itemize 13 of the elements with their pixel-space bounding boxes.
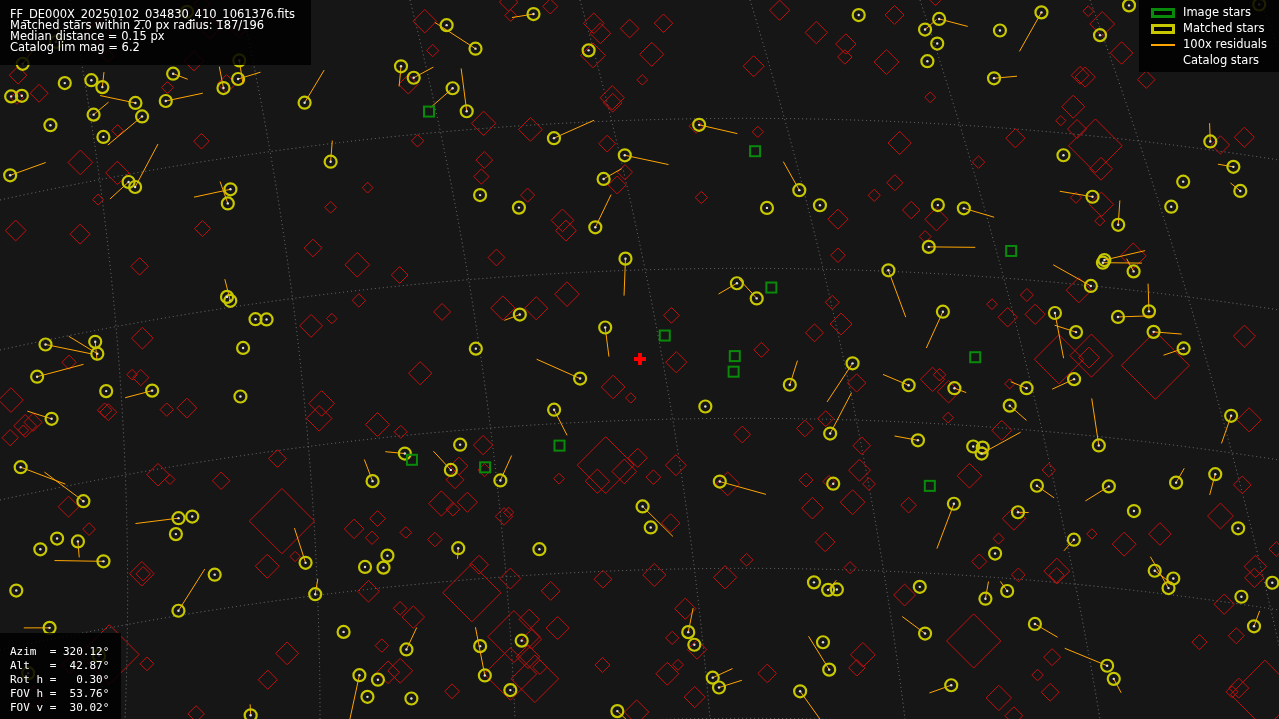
legend-label: Matched stars (1183, 19, 1265, 37)
pointing-text: FOV v = 30.02° (10, 701, 110, 715)
pointing-text: Alt = 42.87° (10, 659, 110, 673)
pointing-text: Rot h = 0.30° (10, 673, 110, 687)
legend-label: Catalog stars (1183, 51, 1260, 69)
pointing-text: FOV h = 53.76° (10, 687, 110, 701)
legend-label: 100x residuals (1183, 35, 1267, 53)
info-text: Matched stars within 2.0 px radius: 187/196 (10, 20, 265, 31)
info-text: Median distance = 0.15 px (10, 31, 165, 42)
info-text: FF_DE000X_20250102_034830_410_1061376.fits (10, 9, 295, 20)
pointing-text: Azim = 320.12° (10, 645, 110, 659)
info-text: Catalog lim mag = 6.2 (10, 42, 141, 53)
legend-label: Image stars (1183, 3, 1251, 21)
